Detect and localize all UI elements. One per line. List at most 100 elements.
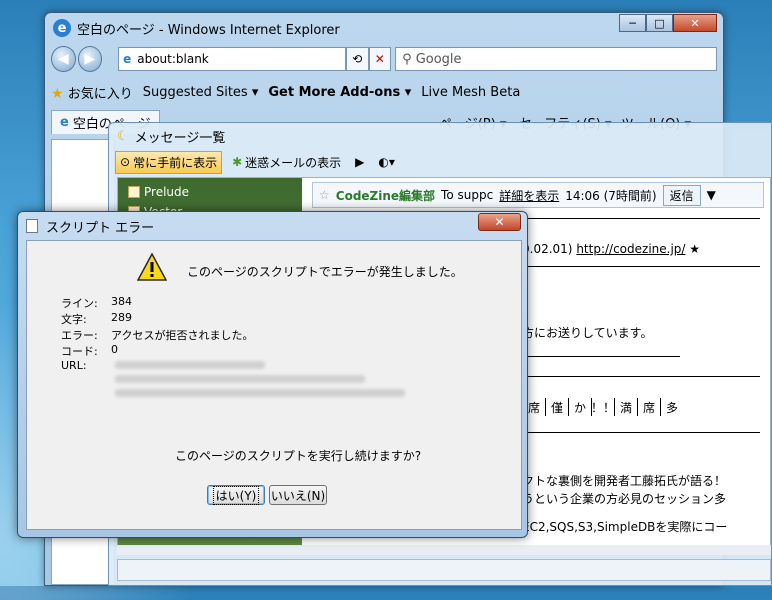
minimize-button[interactable]: ─	[619, 14, 646, 32]
detail-error: エラー: アクセスが拒否されました。	[61, 327, 253, 343]
seat-cell: 満	[614, 398, 637, 416]
horizontal-scrollbar[interactable]	[117, 545, 771, 555]
message-list-title: メッセージ一覧	[134, 130, 226, 146]
folder-item[interactable]: Prelude	[128, 182, 292, 202]
divider	[522, 432, 760, 433]
seat-cell: ！！	[591, 398, 615, 416]
live-mesh-button[interactable]: Live Mesh Beta	[421, 85, 520, 100]
dialog-title: スクリプト エラー	[46, 220, 155, 236]
seat-cell: 多	[660, 398, 683, 416]
no-button[interactable]: いいえ(N)	[269, 485, 327, 505]
seat-cell: 席	[637, 398, 660, 416]
message-list-titlebar[interactable]: ☾ メッセージ一覧	[109, 123, 771, 149]
back-button[interactable]: ◀	[51, 46, 76, 72]
spam-view-label: 迷惑メールの表示	[245, 155, 342, 170]
get-more-addons-button[interactable]: Get More Add-ons ▾	[268, 85, 411, 100]
ie-logo-icon: e	[53, 19, 71, 37]
detail-value: 384	[111, 295, 132, 308]
folder-label: Prelude	[144, 185, 190, 199]
blurred-url	[115, 389, 405, 397]
blurred-url	[115, 361, 265, 369]
codezine-link[interactable]: http://codezine.jp/	[576, 242, 685, 256]
close-button[interactable]: ✕	[673, 14, 717, 32]
yes-label: はい(Y)	[212, 485, 260, 505]
refresh-icon[interactable]: ⟲	[345, 47, 369, 71]
always-on-top-button[interactable]: ⊙ 常に手前に表示	[115, 150, 223, 174]
detail-url: URL:	[61, 359, 87, 372]
suggested-sites-button[interactable]: Suggested Sites ▾	[143, 85, 259, 100]
page-icon: e	[123, 52, 132, 66]
detail-label: URL:	[61, 359, 87, 372]
favorites-bar: ★ お気に入り Suggested Sites ▾ Get More Add-o…	[51, 79, 717, 105]
address-row: ◀ ▶ e about:blank ⟲ ✕ ⚲ Google	[51, 45, 717, 73]
detail-line: ライン: 384	[61, 295, 132, 311]
folder-icon	[128, 186, 140, 198]
reply-label: 返信	[669, 188, 694, 203]
document-icon	[26, 219, 38, 233]
seat-status-row: 席 僅 か ！！ 満 席 多	[522, 398, 683, 416]
divider	[522, 266, 760, 267]
mail-time: 14:06 (7時間前)	[565, 188, 657, 203]
mail-line: 0.02.01) http://codezine.jp/ ★	[522, 242, 700, 256]
error-headline: このページのスクリプトでエラーが発生しました。	[187, 265, 463, 279]
detail-value: 289	[111, 311, 132, 324]
warning-icon	[137, 253, 167, 281]
theme-icon[interactable]: ◐▾	[374, 153, 399, 171]
details-link[interactable]: 詳細を表示	[499, 187, 559, 204]
detail-code: コード: 0	[61, 343, 118, 359]
maximize-button[interactable]: □	[646, 14, 673, 32]
detail-label: エラー:	[61, 329, 98, 342]
dialog-body: このページのスクリプトでエラーが発生しました。 ライン: 384 文字: 289…	[26, 240, 522, 530]
spam-view-button[interactable]: ✱ 迷惑メールの表示	[228, 152, 345, 173]
mail-header: ☆ CodeZine編集部 To suppc 詳細を表示 14:06 (7時間前…	[312, 182, 764, 208]
address-bar[interactable]: e about:blank	[118, 47, 346, 71]
favorites-button[interactable]: ★ お気に入り	[51, 83, 133, 102]
mail-line: 方にお送りしています。	[522, 326, 653, 340]
mail-line: EC2,SQS,S3,SimpleDBを実際にコー	[522, 520, 728, 534]
reply-menu-icon[interactable]: ▼	[707, 188, 716, 202]
dialog-titlebar[interactable]: スクリプト エラー	[18, 212, 527, 240]
divider	[522, 376, 760, 377]
search-input[interactable]: ⚲ Google	[395, 47, 717, 71]
stop-icon[interactable]: ✕	[368, 47, 392, 71]
detail-value: 0	[111, 343, 118, 356]
detail-label: コード:	[61, 345, 98, 358]
search-placeholder: Google	[415, 51, 462, 67]
pin-icon: ⊙	[120, 155, 131, 169]
ie-window-title: 空白のページ - Windows Internet Explorer	[77, 22, 340, 38]
seat-cell: 僅	[545, 398, 568, 416]
mail-text: 0.02.01)	[522, 242, 573, 256]
detail-char: 文字: 289	[61, 311, 132, 327]
forward-button[interactable]: ▶	[77, 46, 103, 72]
seat-cell: か	[568, 398, 591, 416]
continue-question: このページのスクリプトを実行し続けますか?	[175, 449, 422, 463]
mail-recipient: To suppc	[441, 188, 494, 202]
favorites-label: お気に入り	[67, 86, 133, 102]
address-text: about:blank	[137, 52, 209, 66]
detail-value: アクセスが拒否されました。	[111, 329, 254, 342]
script-error-dialog: スクリプト エラー ✕ このページのスクリプトでエラーが発生しました。 ライン:…	[17, 211, 528, 538]
mail-text: ★	[689, 242, 701, 256]
always-on-top-label: 常に手前に表示	[133, 155, 218, 170]
tab-page-icon: e	[60, 115, 69, 130]
divider	[522, 356, 680, 357]
detail-label: 文字:	[61, 313, 87, 326]
moon-icon: ☾	[117, 128, 129, 144]
mail-sender: CodeZine編集部	[335, 188, 436, 203]
status-bar	[117, 559, 771, 581]
detail-label: ライン:	[61, 297, 98, 310]
star-icon: ★	[51, 85, 64, 102]
message-toolbar: ⊙ 常に手前に表示 ✱ 迷惑メールの表示 ▶ ◐▾	[109, 149, 771, 175]
search-icon: ⚲	[402, 51, 412, 67]
mail-line: うという企業の方必見のセッション多	[522, 492, 727, 506]
play-icon[interactable]: ▶	[351, 153, 368, 171]
yes-button[interactable]: はい(Y)	[207, 485, 265, 505]
dialog-close-button[interactable]: ✕	[478, 213, 521, 231]
no-label: いいえ(N)	[270, 488, 326, 503]
ie-window-controls: ─ □ ✕	[619, 14, 717, 32]
star-icon[interactable]: ☆	[319, 188, 330, 202]
mail-line: クトな裏側を開発者工藤拓氏が語る！	[522, 474, 727, 488]
reply-button[interactable]: 返信	[662, 184, 701, 206]
blurred-url	[115, 375, 365, 383]
bug-icon: ✱	[232, 155, 243, 169]
